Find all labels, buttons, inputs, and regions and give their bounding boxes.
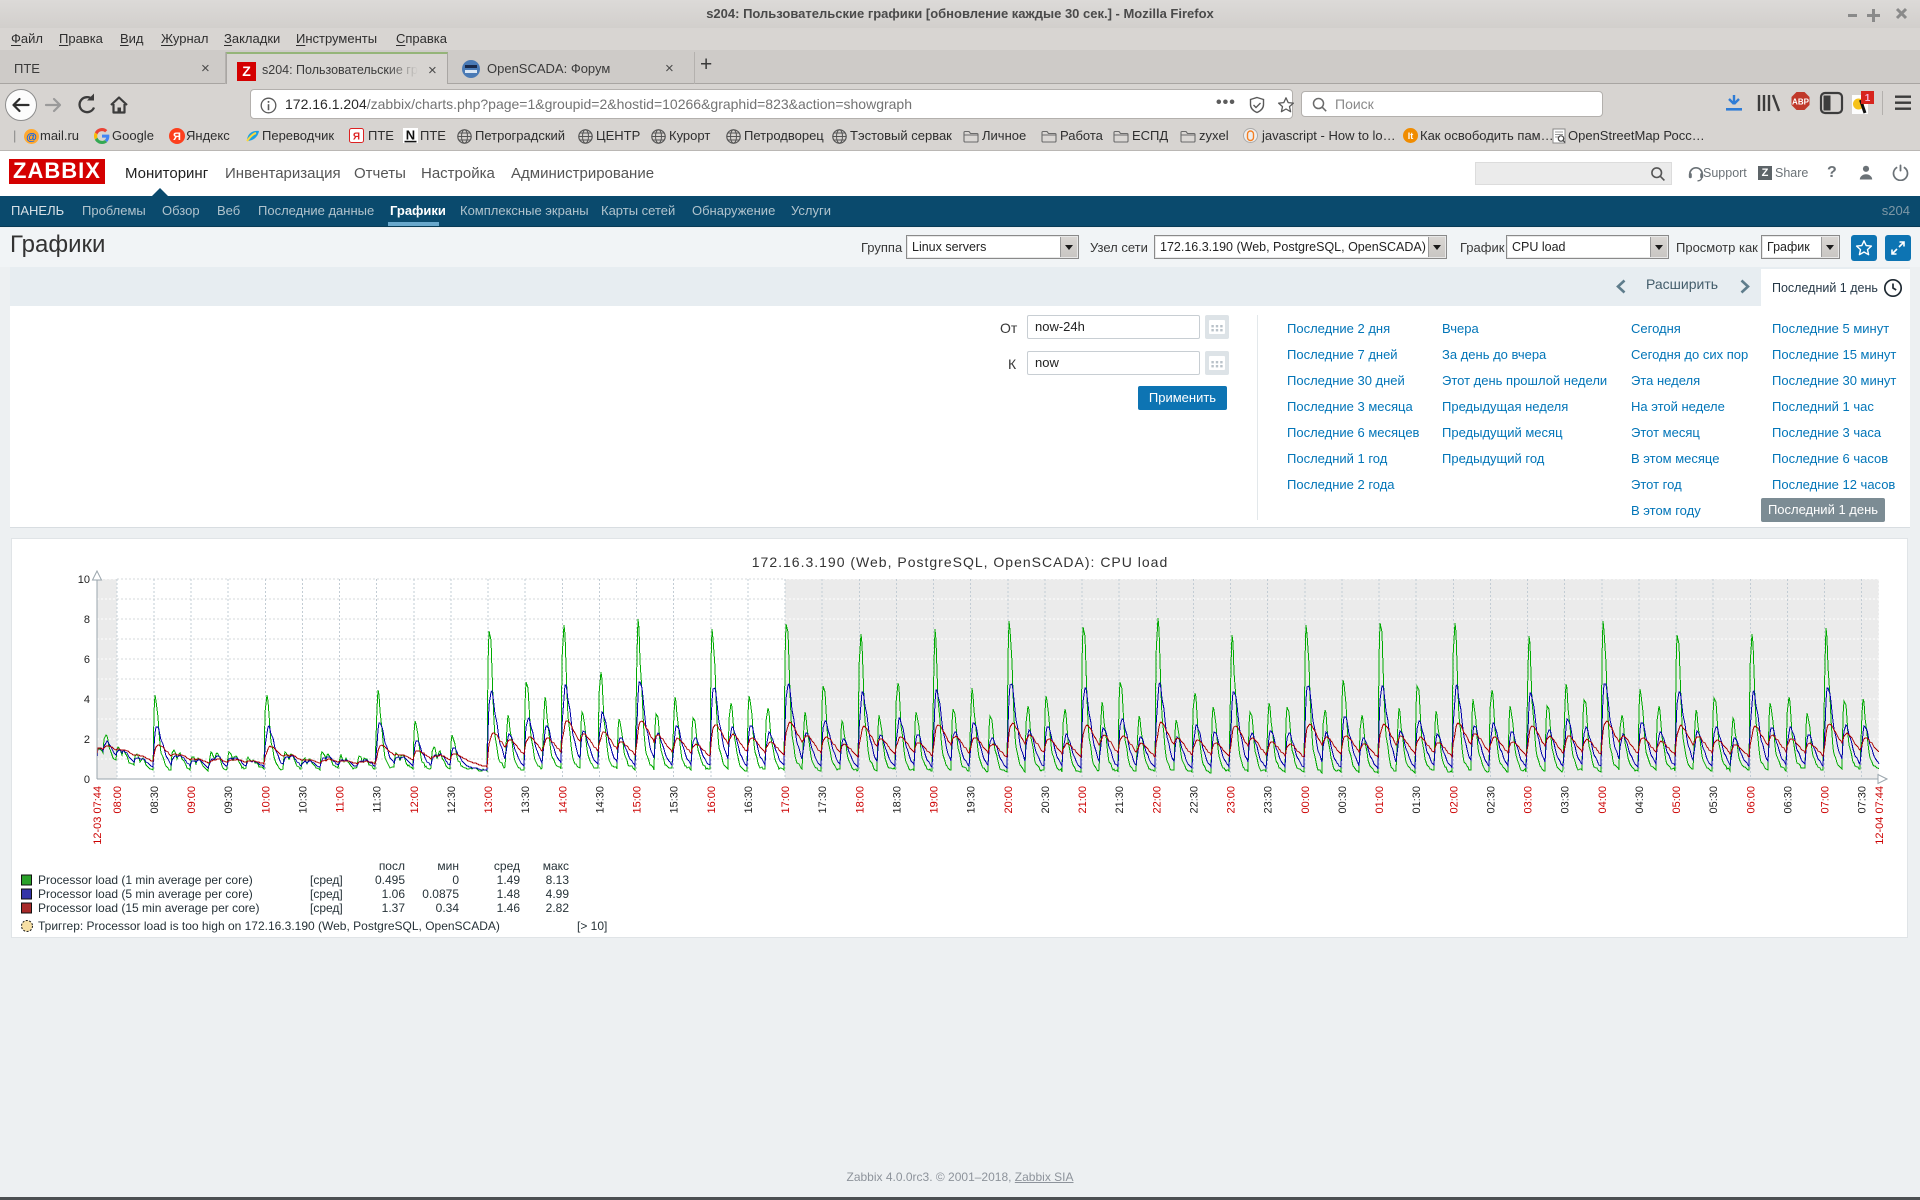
svg-text:N: N [406, 128, 415, 143]
svg-text:lt: lt [1408, 131, 1414, 141]
svg-text:ABP: ABP [1792, 98, 1810, 107]
svg-text:Я: Я [173, 131, 181, 143]
svg-text:1: 1 [1865, 93, 1871, 104]
svg-text:Я: Я [353, 132, 360, 143]
svg-text:@: @ [26, 132, 37, 144]
